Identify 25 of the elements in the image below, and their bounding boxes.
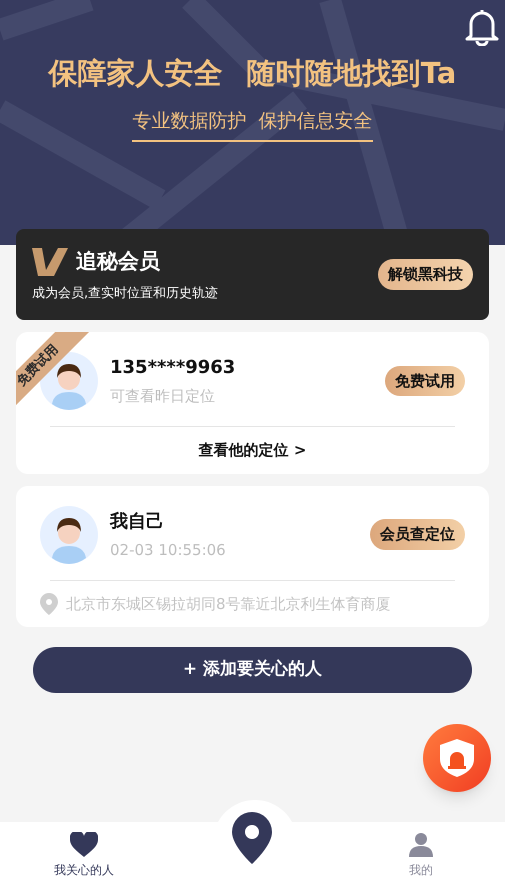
membership-description: 成为会员,查实时位置和历史轨迹 [32, 284, 220, 302]
view-location-link[interactable]: 查看他的定位 > [198, 439, 306, 462]
location-pin-icon [40, 592, 58, 615]
add-person-button[interactable]: + 添加要关心的人 [33, 647, 472, 693]
notification-bell-icon[interactable] [465, 8, 499, 46]
headline-text: 随时随地找到Ta [246, 55, 456, 92]
contact-detail: 可查看昨日定位 [110, 386, 216, 408]
address-text: 北京市东城区锡拉胡同8号靠近北京利生体育商厦 [66, 594, 391, 614]
map-pin-icon[interactable] [232, 812, 272, 864]
v-logo-icon [32, 248, 68, 276]
membership-title: 追秘会员 [76, 248, 160, 275]
contact-name: 我自己 [110, 510, 165, 534]
contact-detail: 02-03 10:55:06 [110, 540, 227, 561]
heart-icon [70, 832, 98, 856]
nav-tab[interactable]: 我的 [408, 828, 433, 878]
contact-name: 135****9963 [110, 356, 236, 380]
alarm-shield-icon [440, 739, 474, 777]
nav-tab[interactable]: 我关心的人 [54, 828, 114, 878]
subtitle-text: 专业数据防护 保护信息安全 [132, 107, 373, 142]
person-icon [408, 832, 433, 856]
unlock-button[interactable]: 解锁黑科技 [378, 259, 473, 290]
free-trial-button[interactable]: 免费试用 [385, 366, 465, 396]
member-locate-button[interactable]: 会员查定位 [370, 519, 465, 550]
avatar-icon [40, 506, 98, 564]
headline-text: 保障家人安全 [48, 55, 223, 92]
